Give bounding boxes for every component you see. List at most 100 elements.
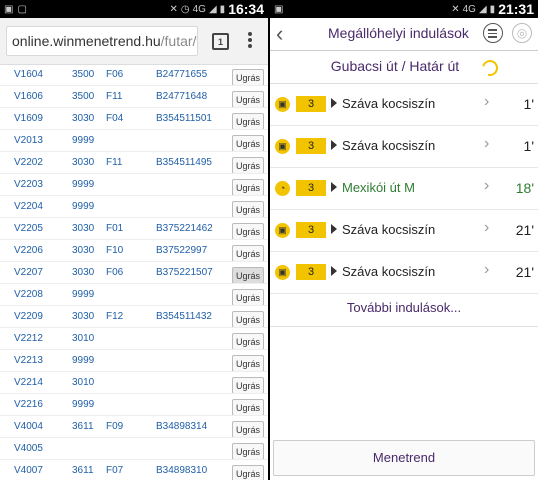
cell-a: 3030 — [72, 267, 95, 278]
line-badge: 3 — [296, 264, 326, 280]
cell-a: 3611 — [72, 421, 94, 432]
jump-button[interactable]: Ugrás — [232, 333, 264, 350]
battery-icon: ▮ — [489, 3, 496, 15]
table-row: V2206 3030 F10 B37522997 Ugrás — [0, 239, 268, 262]
cell-id: V2212 — [14, 333, 43, 344]
table-row: V1604 3500 F06 B24771655 Ugrás — [0, 64, 268, 86]
battery-icon: ▮ — [219, 3, 226, 15]
jump-button[interactable]: Ugrás — [232, 377, 264, 394]
departure-row[interactable]: ▣ 3 Száva kocsiszín › 1' — [270, 84, 538, 126]
table-row: V4004 3611 F09 B34898314 Ugrás — [0, 415, 268, 438]
list-menu-icon[interactable] — [483, 23, 503, 43]
minutes-until: 18' — [515, 180, 534, 196]
more-departures-link[interactable]: További indulások... — [270, 300, 538, 315]
image-icon: ▢ — [17, 3, 27, 15]
direction-arrow-icon — [331, 98, 337, 108]
cell-a: 3500 — [72, 91, 95, 102]
browser-toolbar: online.winmenetrend.hu/futar/v 1 — [0, 18, 268, 65]
jump-button[interactable]: Ugrás — [232, 465, 264, 480]
cell-c: B354511432 — [156, 311, 212, 322]
departure-row[interactable]: ▣ 3 Száva kocsiszín › 1' — [270, 126, 538, 168]
tab-switcher-button[interactable]: 1 — [212, 33, 229, 50]
destination: Száva kocsiszín — [342, 96, 436, 111]
notification-icons-right: ▣ — [274, 0, 283, 18]
cell-b: F09 — [106, 421, 124, 432]
mute-icon: ✕ — [169, 3, 178, 15]
destination: Száva kocsiszín — [342, 264, 436, 279]
signal-icon: ◢ — [208, 3, 217, 15]
network-type-right: 4G — [462, 3, 476, 15]
cell-c: B354511501 — [156, 113, 212, 124]
jump-button[interactable]: Ugrás — [232, 355, 264, 372]
cell-a: 9999 — [72, 179, 95, 190]
chevron-right-icon: › — [484, 135, 490, 152]
jump-button[interactable]: Ugrás — [232, 223, 264, 240]
chevron-right-icon: › — [484, 261, 490, 278]
overflow-menu-icon[interactable] — [247, 30, 253, 50]
departure-row[interactable]: ▣ 3 Száva kocsiszín › 21' — [270, 210, 538, 252]
cell-id: V2205 — [14, 223, 43, 234]
table-row: V2204 9999 Ugrás — [0, 195, 268, 218]
browser-pane: ▣ ▢ ✕ ◷ 4G ◢ ▮ 16:34 online.winmenetrend… — [0, 0, 268, 480]
jump-button[interactable]: Ugrás — [232, 113, 264, 130]
jump-button[interactable]: Ugrás — [232, 289, 264, 306]
jump-button[interactable]: Ugrás — [232, 157, 264, 174]
jump-button[interactable]: Ugrás — [232, 443, 264, 460]
cell-a: 3030 — [72, 245, 95, 256]
cell-b: F10 — [106, 245, 124, 256]
destination: Száva kocsiszín — [342, 222, 436, 237]
jump-button[interactable]: Ugrás — [232, 179, 264, 196]
jump-button[interactable]: Ugrás — [232, 311, 264, 328]
notification-icons: ▣ ▢ — [4, 0, 27, 18]
page-title: Megállóhelyi indulások — [328, 25, 469, 41]
cell-b: F07 — [106, 465, 124, 476]
address-bar[interactable]: online.winmenetrend.hu/futar/v — [6, 26, 198, 56]
cell-a: 9999 — [72, 201, 95, 212]
cell-a: 9999 — [72, 135, 95, 146]
jump-button[interactable]: Ugrás — [232, 201, 264, 218]
jump-button[interactable]: Ugrás — [232, 69, 264, 86]
cell-b: F04 — [106, 113, 124, 124]
cell-c: B375221507 — [156, 267, 213, 278]
status-bar-right: ▣ ✕ 4G ◢ ▮ 21:31 — [270, 0, 538, 18]
cell-c: B37522997 — [156, 245, 208, 256]
timetable-button[interactable]: Menetrend — [273, 440, 535, 476]
table-row: V2213 9999 Ugrás — [0, 349, 268, 372]
jump-button[interactable]: Ugrás — [232, 245, 264, 262]
jump-button[interactable]: Ugrás — [232, 91, 264, 108]
divider — [270, 326, 538, 327]
cell-c: B34898310 — [156, 465, 208, 476]
jump-button[interactable]: Ugrás — [232, 421, 264, 438]
cell-a: 3500 — [72, 69, 95, 80]
table-row: V4007 3611 F07 B34898310 Ugrás — [0, 459, 268, 480]
cell-a: 3030 — [72, 223, 95, 234]
table-row: V2216 9999 Ugrás — [0, 393, 268, 416]
line-badge: 3 — [296, 180, 326, 196]
cell-c: B375221462 — [156, 223, 213, 234]
table-row: V1606 3500 F11 B24771648 Ugrás — [0, 85, 268, 108]
direction-arrow-icon — [331, 224, 337, 234]
jump-button[interactable]: Ugrás — [232, 135, 264, 152]
cell-a: 9999 — [72, 355, 95, 366]
departures-list: ▣ 3 Száva kocsiszín › 1' ▣ 3 Száva kocsiszín › 1'… — [270, 84, 538, 294]
cell-b: F06 — [106, 267, 124, 278]
stop-header: Gubacsi út / Határ út — [270, 51, 538, 84]
network-type: 4G — [192, 3, 206, 15]
jump-button[interactable]: Ugrás — [232, 267, 264, 284]
table-row: V2214 3010 Ugrás — [0, 371, 268, 394]
signal-icon: ◢ — [478, 3, 487, 15]
globe-icon[interactable]: ◎ — [512, 23, 532, 43]
cell-c: B354511495 — [156, 157, 212, 168]
jump-button[interactable]: Ugrás — [232, 399, 264, 416]
line-badge: 3 — [296, 138, 326, 154]
status-right: ✕ ◷ 4G ◢ ▮ 16:34 — [170, 0, 265, 18]
cell-id: V1606 — [14, 91, 43, 102]
back-arrow-icon[interactable]: ‹ — [276, 22, 283, 46]
table-row: V2013 9999 Ugrás — [0, 129, 268, 152]
departure-row[interactable]: ▣ 3 Száva kocsiszín › 21' — [270, 252, 538, 294]
departure-row[interactable]: ◔ 3 Mexikói út M › 18' — [270, 168, 538, 210]
cell-a: 3611 — [72, 465, 94, 476]
cell-id: V1609 — [14, 113, 43, 124]
status-bar: ▣ ▢ ✕ ◷ 4G ◢ ▮ 16:34 — [0, 0, 268, 18]
cell-b: F12 — [106, 311, 124, 322]
